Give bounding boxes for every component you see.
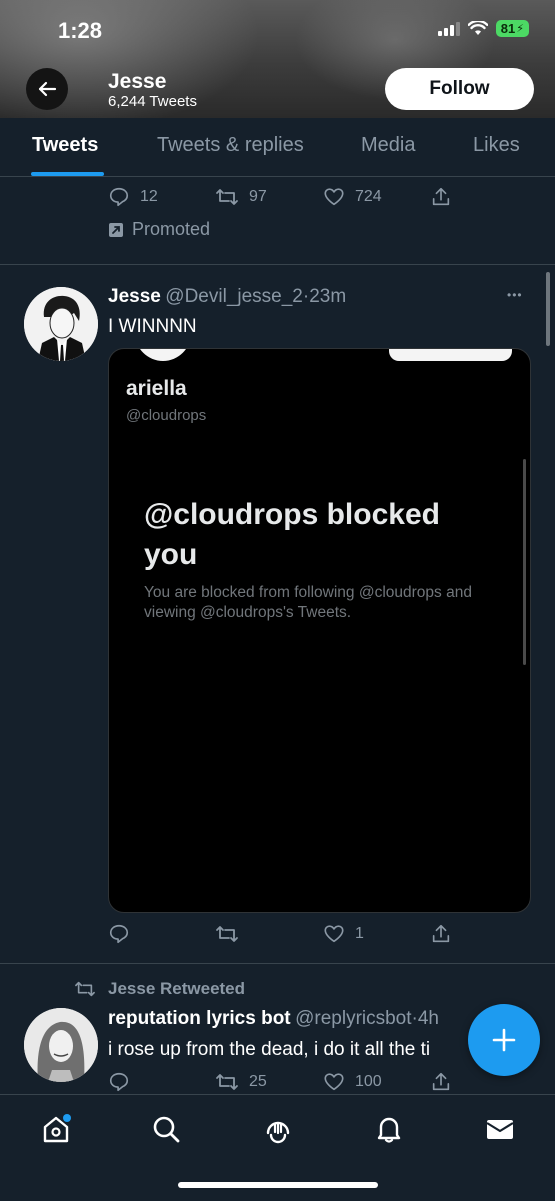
retweet-icon (216, 926, 238, 942)
nav-notifications[interactable] (369, 1109, 409, 1149)
nav-messages[interactable] (480, 1109, 520, 1149)
reply-icon (109, 924, 129, 944)
retweeted-by-label: Jesse Retweeted (108, 979, 246, 998)
retweet-button[interactable] (215, 923, 239, 945)
blocked-title: @cloudrops blocked you (144, 498, 440, 571)
like-button[interactable]: 724 (323, 186, 382, 208)
avatar[interactable] (24, 287, 98, 361)
promoted-label: Promoted (108, 219, 210, 240)
tweet-time: 4h (417, 1008, 439, 1029)
status-time: 1:28 (58, 18, 103, 43)
tweet-header: Jesse @Devil_jesse_2·23m (108, 286, 346, 308)
reply-button[interactable] (108, 923, 130, 945)
reply-icon (109, 1072, 129, 1092)
messages-icon (486, 1120, 514, 1139)
reply-button[interactable] (108, 1071, 130, 1093)
home-icon (43, 1114, 71, 1143)
tweet-count: 6,244 Tweets (108, 93, 197, 110)
share-icon (432, 187, 450, 206)
more-options-button[interactable]: ••• (507, 288, 523, 302)
tweet-author-handle[interactable]: @replyricsbot (295, 1008, 411, 1029)
nav-spaces[interactable] (258, 1109, 298, 1149)
tweet-media-image[interactable]: ariella @cloudrops @cloudrops blocked yo… (108, 348, 531, 913)
notifications-icon (377, 1117, 401, 1143)
avatar-image (24, 1008, 98, 1082)
active-tab-indicator (31, 172, 104, 176)
retweeted-by[interactable]: Jesse Retweeted (74, 979, 245, 999)
tweet-author-handle[interactable]: @Devil_jesse_2 (165, 286, 303, 307)
home-indicator[interactable] (178, 1182, 378, 1188)
profile-tabs: Tweets Tweets & replies Media Likes (0, 118, 555, 177)
promoted-text: Promoted (132, 219, 211, 239)
back-button[interactable] (26, 68, 68, 110)
reply-icon (109, 187, 129, 207)
nav-search[interactable] (146, 1109, 186, 1149)
blocked-description: You are blocked from following @cloudrop… (144, 584, 472, 621)
battery-level: 81 (500, 21, 516, 36)
reply-count: 12 (140, 188, 158, 205)
share-icon (432, 924, 450, 943)
tab-media[interactable]: Media (361, 134, 415, 157)
embedded-profile-handle: @cloudrops (126, 407, 207, 424)
promoted-icon (109, 222, 123, 237)
divider (0, 963, 555, 964)
heart-icon (324, 188, 344, 206)
tab-tweets-replies[interactable]: Tweets & replies (157, 134, 304, 157)
signal-icon (437, 21, 460, 36)
retweet-count: 25 (249, 1073, 267, 1090)
like-button[interactable]: 1 (323, 923, 364, 945)
reply-button[interactable]: 12 (108, 186, 158, 208)
like-count: 1 (355, 925, 364, 942)
spaces-icon (266, 1121, 290, 1144)
tweet-author-name[interactable]: reputation lyrics bot (108, 1008, 291, 1029)
avatar[interactable] (24, 1008, 98, 1082)
retweet-count: 97 (249, 188, 267, 205)
like-button[interactable]: 100 (323, 1071, 382, 1093)
back-arrow-icon (38, 81, 57, 97)
heart-icon (324, 925, 344, 943)
tab-likes[interactable]: Likes (473, 134, 520, 157)
wifi-icon (467, 21, 488, 35)
like-count: 724 (355, 188, 382, 205)
status-icons: 81 ⚡ (437, 20, 529, 37)
scrollbar[interactable] (546, 272, 550, 346)
embedded-avatar (135, 349, 191, 361)
share-icon (432, 1072, 450, 1091)
retweet-icon (75, 981, 95, 997)
profile-name: Jesse (108, 70, 167, 93)
like-count: 100 (355, 1073, 382, 1090)
retweet-button[interactable]: 25 (215, 1071, 267, 1093)
retweet-icon (216, 189, 238, 205)
tweet-text: I WINNNN (108, 316, 197, 337)
share-button[interactable] (430, 1071, 452, 1093)
embedded-scrollbar (523, 459, 526, 665)
battery-indicator: 81 ⚡ (495, 20, 529, 37)
compose-tweet-button[interactable] (468, 1004, 540, 1076)
embedded-button (389, 349, 512, 361)
heart-icon (324, 1073, 344, 1091)
share-button[interactable] (430, 923, 452, 945)
tweet-time: 23m (309, 286, 347, 307)
share-button[interactable] (430, 186, 452, 208)
avatar-image (24, 287, 98, 361)
retweet-icon (216, 1074, 238, 1090)
plus-icon (492, 1028, 516, 1052)
tweet-author-name[interactable]: Jesse (108, 286, 161, 307)
charging-icon: ⚡ (516, 23, 524, 35)
divider (0, 264, 555, 265)
tab-tweets[interactable]: Tweets (32, 134, 98, 157)
follow-button[interactable]: Follow (385, 68, 534, 110)
nav-home[interactable] (36, 1109, 76, 1149)
search-icon (153, 1116, 180, 1143)
embedded-profile-name: ariella (126, 377, 187, 400)
retweet-button[interactable]: 97 (215, 186, 267, 208)
profile-header: 1:28 81 ⚡ Jesse 6,244 Tweets Follow (0, 0, 555, 118)
